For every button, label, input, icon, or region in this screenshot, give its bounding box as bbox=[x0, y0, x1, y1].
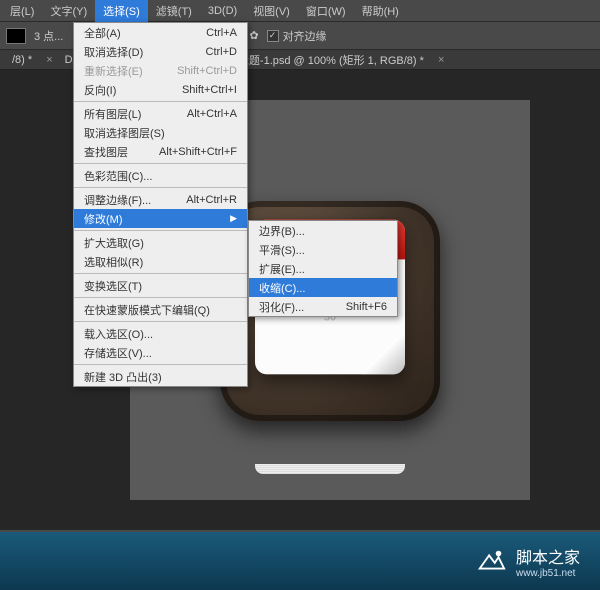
menu-item[interactable]: 修改(M)▶ bbox=[74, 209, 247, 228]
close-icon[interactable]: × bbox=[438, 54, 444, 66]
menu-item[interactable]: 存储选区(V)... bbox=[74, 343, 247, 362]
menu-layer[interactable]: 层(L) bbox=[2, 0, 42, 22]
tab-fragment[interactable]: /8) * bbox=[6, 52, 38, 68]
menu-item[interactable]: 调整边缘(F)...Alt+Ctrl+R bbox=[74, 190, 247, 209]
menu-item[interactable]: 扩大选取(G) bbox=[74, 233, 247, 252]
page-curl-icon bbox=[361, 330, 405, 374]
stroke-width-label: 3 点... bbox=[34, 28, 63, 44]
logo-icon bbox=[476, 546, 506, 576]
menu-filter[interactable]: 滤镜(T) bbox=[148, 0, 200, 22]
footer-watermark: 脚本之家 www.jb51.net bbox=[0, 532, 600, 590]
menu-item[interactable]: 查找图层Alt+Shift+Ctrl+F bbox=[74, 142, 247, 161]
menu-help[interactable]: 帮助(H) bbox=[354, 0, 407, 22]
menu-item[interactable]: 取消选择图层(S) bbox=[74, 123, 247, 142]
menu-item[interactable]: 载入选区(O)... bbox=[74, 324, 247, 343]
tab-doc3[interactable]: 未标题-1.psd @ 100% (矩形 1, RGB/8) * bbox=[221, 50, 430, 70]
submenu-item[interactable]: 收缩(C)... bbox=[249, 278, 397, 297]
menu-3d[interactable]: 3D(D) bbox=[200, 2, 245, 20]
menu-type[interactable]: 文字(Y) bbox=[42, 0, 95, 22]
menu-item[interactable]: 所有图层(L)Alt+Ctrl+A bbox=[74, 104, 247, 123]
menu-item[interactable]: 反向(I)Shift+Ctrl+I bbox=[74, 80, 247, 99]
menu-window[interactable]: 窗口(W) bbox=[298, 0, 354, 22]
modify-submenu: 边界(B)...平滑(S)...扩展(E)...收缩(C)...羽化(F)...… bbox=[248, 220, 398, 317]
calendar-page-stack bbox=[255, 464, 405, 474]
submenu-item[interactable]: 羽化(F)...Shift+F6 bbox=[249, 297, 397, 316]
menu-item[interactable]: 新建 3D 凸出(3) bbox=[74, 367, 247, 386]
menu-item[interactable]: 重新选择(E)Shift+Ctrl+D bbox=[74, 61, 247, 80]
close-icon[interactable]: × bbox=[46, 54, 52, 66]
menu-bar: 层(L) 文字(Y) 选择(S) 滤镜(T) 3D(D) 视图(V) 窗口(W)… bbox=[0, 0, 600, 22]
align-edges-checkbox[interactable]: ✓ 对齐边缘 bbox=[267, 28, 327, 44]
menu-view[interactable]: 视图(V) bbox=[245, 0, 298, 22]
select-menu-dropdown: 全部(A)Ctrl+A取消选择(D)Ctrl+D重新选择(E)Shift+Ctr… bbox=[73, 22, 248, 387]
submenu-item[interactable]: 边界(B)... bbox=[249, 221, 397, 240]
menu-item[interactable]: 色彩范围(C)... bbox=[74, 166, 247, 185]
fill-swatch[interactable] bbox=[6, 28, 26, 44]
menu-item[interactable]: 变换选区(T) bbox=[74, 276, 247, 295]
align-edges-label: 对齐边缘 bbox=[283, 28, 327, 44]
menu-item[interactable]: 全部(A)Ctrl+A bbox=[74, 23, 247, 42]
settings-icon[interactable]: ✿ bbox=[249, 29, 258, 42]
menu-item[interactable]: 选取相似(R) bbox=[74, 252, 247, 271]
checkbox-icon: ✓ bbox=[267, 30, 279, 42]
submenu-item[interactable]: 平滑(S)... bbox=[249, 240, 397, 259]
footer-site: 脚本之家 bbox=[516, 544, 580, 568]
submenu-item[interactable]: 扩展(E)... bbox=[249, 259, 397, 278]
footer-url: www.jb51.net bbox=[516, 568, 580, 579]
menu-item[interactable]: 取消选择(D)Ctrl+D bbox=[74, 42, 247, 61]
menu-select[interactable]: 选择(S) bbox=[95, 0, 148, 22]
menu-item[interactable]: 在快速蒙版模式下编辑(Q) bbox=[74, 300, 247, 319]
